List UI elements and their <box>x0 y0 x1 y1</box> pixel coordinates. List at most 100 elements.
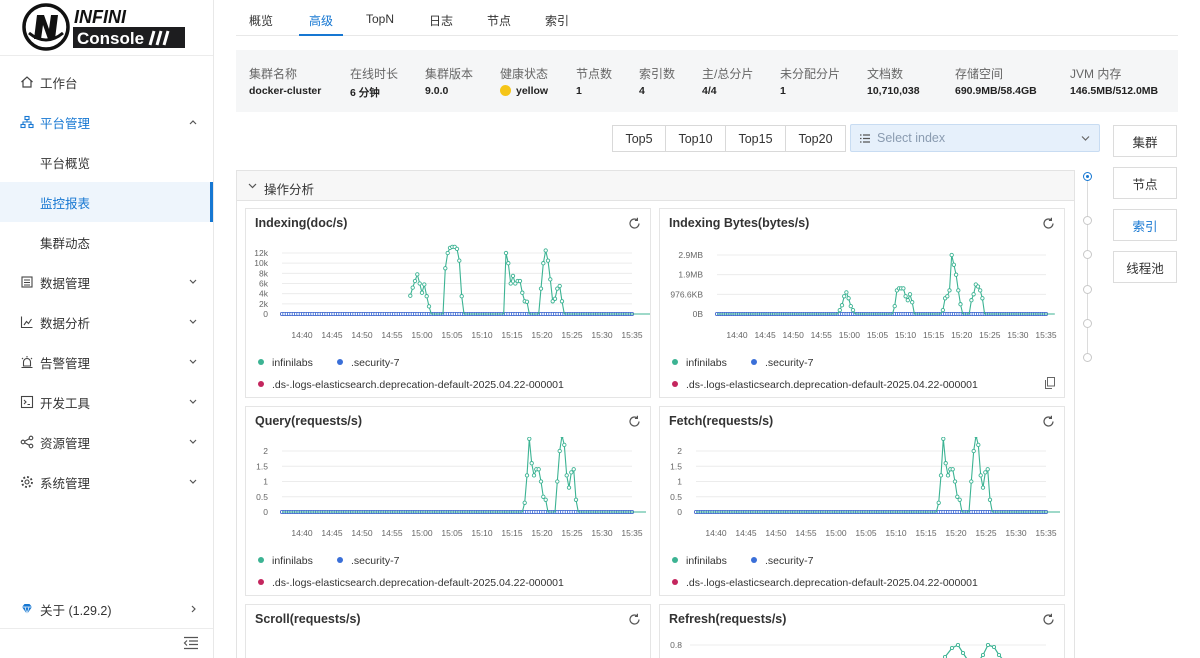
sidebar-item-resources[interactable]: 资源管理 <box>0 422 213 462</box>
refresh-icon[interactable] <box>1042 217 1055 230</box>
anchor-dot[interactable] <box>1083 172 1092 181</box>
chart-plot: 0.8 <box>670 640 1046 658</box>
collapse-menu-icon[interactable] <box>183 636 199 650</box>
legend-item[interactable]: infinilabs <box>672 555 727 567</box>
x-tick-label: 14:45 <box>754 330 776 340</box>
sidebar-item-data-analysis[interactable]: 数据分析 <box>0 302 213 342</box>
legend-label: infinilabs <box>272 357 313 369</box>
tab-logs[interactable]: 日志 <box>429 12 453 36</box>
data-point <box>412 278 418 284</box>
legend-item[interactable]: .ds-.logs-elasticsearch.deprecation-defa… <box>672 577 978 589</box>
x-tick-label: 14:55 <box>381 330 403 340</box>
y-tick-label: 1.5 <box>256 461 268 471</box>
infini-logo-icon: INFINI Console <box>22 3 185 51</box>
data-point <box>903 294 908 299</box>
sidebar-item-monitor-report[interactable]: 监控报表 <box>0 182 213 222</box>
data-point <box>510 273 516 279</box>
y-tick-label: 0.5 <box>670 492 682 502</box>
anchor-dot[interactable] <box>1083 216 1092 225</box>
legend-item[interactable]: infinilabs <box>258 555 313 567</box>
data-point <box>953 272 959 277</box>
data-point <box>949 645 955 651</box>
legend-item[interactable]: .ds-.logs-elasticsearch.deprecation-defa… <box>258 379 564 391</box>
top20-button[interactable]: Top20 <box>785 125 846 152</box>
data-point <box>848 303 853 309</box>
data-point <box>956 288 961 293</box>
x-tick-label: 15:20 <box>531 330 553 340</box>
anchor-dot[interactable] <box>1083 250 1092 259</box>
x-tick-label: 14:45 <box>321 330 343 340</box>
tab-topn[interactable]: TopN <box>366 12 394 36</box>
tab-nodes[interactable]: 节点 <box>487 12 511 36</box>
sidebar-item-workbench[interactable]: 工作台 <box>0 62 213 102</box>
sidebar-item-platform-overview[interactable]: 平台概览 <box>0 142 213 182</box>
x-tick-label: 14:55 <box>811 330 833 340</box>
legend-dot <box>258 359 264 365</box>
legend-item[interactable]: infinilabs <box>258 357 313 369</box>
x-tick-label: 15:15 <box>923 330 945 340</box>
y-tick-label: 1.5 <box>670 461 682 471</box>
legend-item[interactable]: .security-7 <box>337 555 399 567</box>
data-point <box>506 261 511 266</box>
refresh-icon[interactable] <box>628 613 641 626</box>
about-label: 关于 (1.29.2) <box>40 603 112 618</box>
app-logo[interactable]: INFINI Console <box>22 3 192 51</box>
index-select[interactable]: Select index <box>850 124 1100 152</box>
data-point <box>892 303 897 309</box>
tab-indices[interactable]: 索引 <box>545 12 569 36</box>
gear-icon <box>21 476 33 488</box>
legend-item[interactable]: .security-7 <box>751 555 813 567</box>
data-point <box>958 302 963 307</box>
cluster-icon <box>20 115 34 129</box>
data-point <box>976 442 981 448</box>
panel-header[interactable]: 操作分析 <box>237 171 1074 201</box>
data-point <box>910 300 915 305</box>
refresh-icon[interactable] <box>1042 415 1055 428</box>
y-tick-label: 0.8 <box>670 640 682 650</box>
x-tick-label: 14:50 <box>765 528 787 538</box>
data-point <box>408 293 413 298</box>
x-tick-label: 15:35 <box>621 330 643 340</box>
sidebar-item-alerting[interactable]: 告警管理 <box>0 342 213 382</box>
data-point <box>938 473 944 478</box>
chart-plot: 2 1.5 1 0.5 0 14:40 14:45 14:50 14:55 15:00 15:05 1… <box>670 437 1060 538</box>
chart-plot: 12k10k8k6k4k2k0 14:40 14:45 14:50 14:55 15:00… <box>254 244 650 340</box>
anchor-dot[interactable] <box>1083 319 1092 328</box>
legend-item[interactable]: .security-7 <box>337 357 399 369</box>
top15-button[interactable]: Top15 <box>725 125 786 152</box>
anchor-cluster[interactable]: 集群 <box>1113 125 1177 157</box>
anchor-thread-pool[interactable]: 线程池 <box>1113 251 1177 283</box>
legend-item[interactable]: infinilabs <box>672 357 727 369</box>
tab-advanced[interactable]: 高级 <box>298 12 344 36</box>
refresh-icon[interactable] <box>1042 613 1055 626</box>
sidebar-item-dev-tools[interactable]: 开发工具 <box>0 382 213 422</box>
chart-card-query: Query(requests/s) 2 1.5 1 0.5 0 14:40 14:45 14:5… <box>245 406 651 596</box>
chart-title: Fetch(requests/s) <box>669 414 774 428</box>
refresh-icon[interactable] <box>628 415 641 428</box>
top10-button[interactable]: Top10 <box>665 125 726 152</box>
data-point <box>524 473 530 478</box>
tab-overview[interactable]: 概览 <box>249 12 273 36</box>
data-point <box>443 266 448 271</box>
legend-item[interactable]: .ds-.logs-elasticsearch.deprecation-defa… <box>258 577 564 589</box>
health-status-dot <box>500 85 511 96</box>
data-point <box>996 652 1002 658</box>
chevron-down-icon <box>189 359 197 364</box>
copy-icon[interactable] <box>1045 377 1055 389</box>
data-point <box>538 479 544 484</box>
legend-item[interactable]: .ds-.logs-elasticsearch.deprecation-defa… <box>672 379 978 391</box>
anchor-dot[interactable] <box>1083 285 1092 294</box>
legend-item[interactable]: .security-7 <box>751 357 813 369</box>
anchor-node[interactable]: 节点 <box>1113 167 1177 199</box>
sidebar-item-system[interactable]: 系统管理 <box>0 462 213 502</box>
sidebar-item-data-management[interactable]: 数据管理 <box>0 262 213 302</box>
sidebar-item-cluster-activity[interactable]: 集群动态 <box>0 222 213 262</box>
anchor-dot[interactable] <box>1083 353 1092 362</box>
refresh-icon[interactable] <box>628 217 641 230</box>
top5-button[interactable]: Top5 <box>612 125 666 152</box>
anchor-index[interactable]: 索引 <box>1113 209 1177 241</box>
sidebar-about[interactable]: 关于 (1.29.2) <box>0 589 213 629</box>
sidebar-item-platform[interactable]: 平台管理 <box>0 102 213 142</box>
y-tick-label: 1 <box>263 477 268 487</box>
data-point <box>985 467 990 472</box>
